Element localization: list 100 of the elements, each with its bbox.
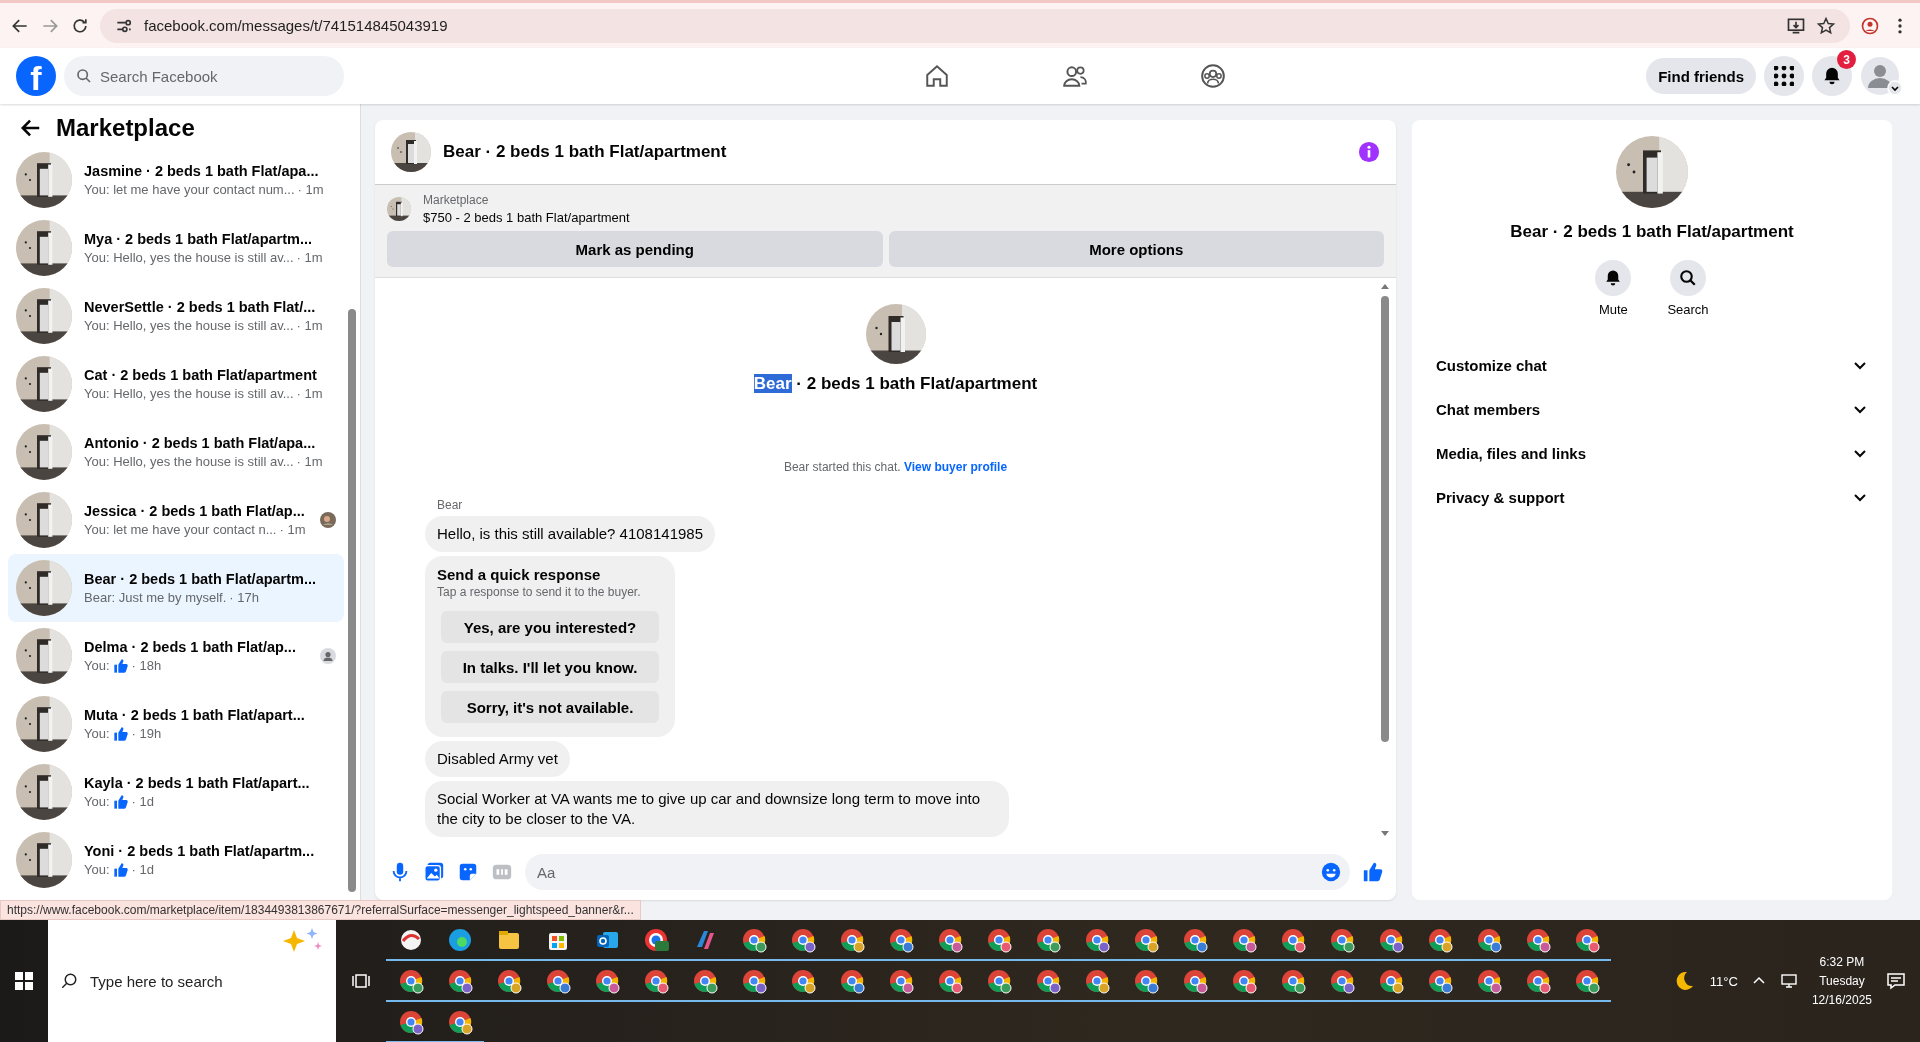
message-preview: You: — [84, 658, 110, 673]
message-time: · 1m — [296, 386, 323, 401]
message-time: · 1d — [131, 862, 154, 877]
message-time: · 19h — [131, 726, 162, 741]
groups-icon[interactable] — [1200, 63, 1227, 89]
conversation-item[interactable]: Antonio · 2 beds 1 bath Flat/apa... You: Hello, yes the house is still av... · 1m — [8, 418, 344, 486]
home-icon[interactable] — [924, 63, 951, 89]
message-time: · 1m — [296, 318, 323, 333]
notification-badge: 3 — [1837, 50, 1856, 69]
emoji-icon[interactable] — [1320, 861, 1342, 883]
message-preview: You: — [84, 862, 110, 877]
conversation-title: Jessica · 2 beds 1 bath Flat/ap... — [84, 503, 306, 519]
seen-avatar — [320, 648, 336, 664]
message-bubble: Disabled Army vet — [425, 741, 570, 777]
notifications-button[interactable] — [1812, 56, 1852, 96]
search-field[interactable]: Search Facebook — [64, 56, 344, 96]
message-time: · 1m — [279, 522, 306, 537]
message-time: · 18h — [131, 658, 162, 673]
search-icon — [76, 68, 92, 84]
conversation-item[interactable]: Jasmine · 2 beds 1 bath Flat/apa... You: let me have your contact num... · 1m — [8, 146, 344, 214]
address-bar[interactable]: facebook.com/messages/t/741514845043919 — [100, 8, 1850, 43]
conversation-item[interactable]: Jessica · 2 beds 1 bath Flat/ap... You: let me have your contact n... · 1m — [8, 486, 344, 554]
conversation-title: Bear · 2 beds 1 bath Flat/apartm... — [84, 571, 318, 587]
bell-icon — [1822, 66, 1842, 86]
scrollbar[interactable] — [1380, 282, 1390, 838]
conversation-item[interactable]: Mya · 2 beds 1 bath Flat/apartm... You: Hello, yes the house is still av... · 1m — [8, 214, 344, 282]
conversation-title: NeverSettle · 2 beds 1 bath Flat/... — [84, 299, 317, 315]
conversation-title: Muta · 2 beds 1 bath Flat/apart... — [84, 706, 306, 723]
status-url: https://www.facebook.com/marketplace/item/1834493813867671/?referralSurface=messenger_lightspeed_banner&r... — [0, 900, 641, 920]
message-preview: You: Hello, yes the house is still av... — [84, 250, 294, 265]
back-arrow-icon[interactable] — [20, 117, 42, 139]
account-avatar[interactable] — [1860, 56, 1904, 96]
message-time: · 1m — [296, 250, 323, 265]
sidebar-title: Marketplace — [56, 114, 195, 142]
scroll-down-icon[interactable] — [1380, 830, 1390, 838]
sender-name: Bear — [437, 498, 464, 512]
taskbar-search-field[interactable]: Type here to search — [48, 920, 336, 1042]
quick-response-button[interactable]: Yes, are you interested? — [441, 611, 659, 643]
conversation-item[interactable]: Cat · 2 beds 1 bath Flat/apartment You: Hello, yes the house is still av... · 1m — [8, 350, 344, 418]
conversation-title: Antonio · 2 beds 1 bath Flat/apa... — [84, 435, 317, 451]
conversation-item[interactable]: Delma · 2 beds 1 bath Flat/ap... You: · 18h — [8, 622, 344, 690]
message-time: · 1m — [296, 454, 323, 469]
conversation-item[interactable]: Yoni · 2 beds 1 bath Flat/apartm... You: · 1d — [8, 826, 344, 894]
message-time: · 17h — [229, 590, 259, 605]
find-friends-button[interactable]: Find friends — [1646, 58, 1756, 94]
conversation-title: Cat · 2 beds 1 bath Flat/apartment — [84, 367, 318, 383]
details-title: Bear · 2 beds 1 bath Flat/apartment — [1510, 222, 1794, 242]
like-button[interactable] — [1362, 861, 1384, 883]
grid-icon — [1774, 66, 1794, 86]
message-preview: You: Hello, yes the house is still av... — [84, 318, 294, 333]
quick-response-button[interactable]: Sorry, it's not available. — [441, 691, 659, 723]
scroll-up-icon[interactable] — [1380, 282, 1390, 290]
network-icon[interactable] — [1779, 972, 1798, 990]
message-time: · 1m — [297, 182, 324, 197]
message-bubble: Social Worker at VA wants me to give up car and downsize long term to move into the city to be closer to the VA. — [425, 781, 1009, 837]
section-header[interactable]: Media, files and links — [1428, 431, 1876, 475]
conversation-item[interactable]: Muta · 2 beds 1 bath Flat/apart... You: · 19h — [8, 690, 344, 758]
message-bubble: Hello, is this still available? 4108141985 — [425, 516, 715, 552]
message-input[interactable]: Aa — [525, 854, 1350, 890]
section-header[interactable]: Privacy & support — [1428, 475, 1876, 519]
seen-avatar — [320, 512, 336, 528]
conversation-item[interactable]: Bear · 2 beds 1 bath Flat/apartm... Bear: Just me by myself. · 17h — [8, 554, 344, 622]
logo[interactable]: f — [16, 56, 56, 96]
listing-label: Marketplace — [423, 193, 490, 207]
message-preview: You: Hello, yes the house is still av... — [84, 454, 294, 469]
quick-response-button[interactable]: In talks. I'll let you know. — [441, 651, 659, 683]
message-preview: You: — [84, 726, 110, 741]
conversation-title: Mya · 2 beds 1 bath Flat/apartm... — [84, 231, 314, 247]
profile-icon[interactable] — [1860, 15, 1880, 36]
star-icon[interactable] — [1816, 15, 1836, 36]
windows-start-icon[interactable] — [15, 972, 33, 990]
conversation-title: Yoni · 2 beds 1 bath Flat/apartm... — [84, 842, 316, 859]
section-header[interactable]: Customize chat — [1428, 343, 1876, 387]
buyer-profile-link[interactable]: View buyer profile — [903, 460, 1008, 474]
message-preview: You: let me have your contact num... — [84, 182, 295, 197]
conversation-title: Kayla · 2 beds 1 bath Flat/apart... — [84, 774, 311, 791]
clock[interactable]: 6:32 PM Tuesday 12/16/2025 — [1811, 955, 1872, 1007]
photo-icon[interactable] — [423, 861, 445, 883]
listing-action-button[interactable]: Mark as pending — [387, 231, 883, 267]
message-preview: Bear: Just me by myself. — [84, 590, 227, 605]
search-icon — [1679, 269, 1697, 287]
notification-center-icon[interactable] — [1886, 971, 1906, 991]
section-header[interactable]: Chat members — [1428, 387, 1876, 431]
conversation-title: Jasmine · 2 beds 1 bath Flat/apa... — [84, 163, 320, 179]
friends-icon[interactable] — [1062, 63, 1089, 89]
sticker-icon[interactable] — [457, 861, 479, 883]
info-icon[interactable] — [1358, 141, 1380, 163]
apps-button[interactable] — [1764, 56, 1804, 96]
task-view-icon[interactable] — [352, 972, 370, 990]
listing-title: $750 - 2 beds 1 bath Flat/apartment — [423, 210, 630, 225]
weather-temperature[interactable]: 11°C — [1709, 973, 1738, 989]
listing-action-button[interactable]: More options — [888, 231, 1384, 267]
conversation-title: Delma · 2 beds 1 bath Flat/ap... — [84, 638, 297, 655]
message-preview: You: Hello, yes the house is still av... — [84, 386, 294, 401]
bell-icon — [1604, 269, 1623, 287]
message-preview: You: — [84, 794, 110, 809]
conversation-item[interactable]: Kayla · 2 beds 1 bath Flat/apart... You: · 1d — [8, 758, 344, 826]
conversation-item[interactable]: NeverSettle · 2 beds 1 bath Flat/... You: Hello, yes the house is still av... · 1m — [8, 282, 344, 350]
message-preview: You: let me have your contact n... — [84, 522, 277, 537]
quick-response-title: Send a quick response — [437, 566, 602, 583]
